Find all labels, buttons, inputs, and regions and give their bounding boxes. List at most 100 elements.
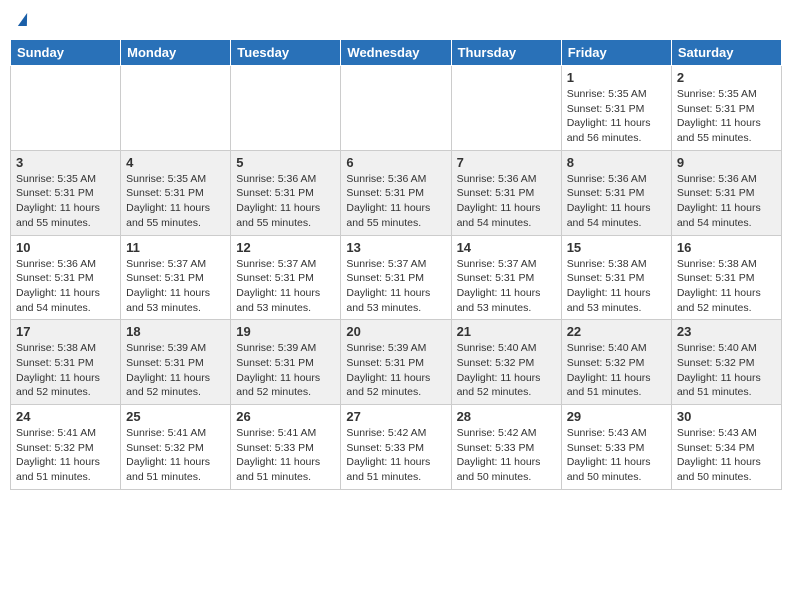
day-number: 10: [16, 240, 115, 255]
cell-sun-info: Sunrise: 5:39 AMSunset: 5:31 PMDaylight:…: [236, 341, 335, 400]
weekday-header-friday: Friday: [561, 40, 671, 66]
calendar-week-row: 1 Sunrise: 5:35 AMSunset: 5:31 PMDaylight…: [11, 66, 782, 151]
day-number: 18: [126, 324, 225, 339]
weekday-header-tuesday: Tuesday: [231, 40, 341, 66]
cell-sun-info: Sunrise: 5:37 AMSunset: 5:31 PMDaylight:…: [457, 257, 556, 316]
cell-sun-info: Sunrise: 5:41 AMSunset: 5:33 PMDaylight:…: [236, 426, 335, 485]
day-number: 6: [346, 155, 445, 170]
cell-sun-info: Sunrise: 5:36 AMSunset: 5:31 PMDaylight:…: [346, 172, 445, 231]
day-number: 9: [677, 155, 776, 170]
calendar-week-row: 17 Sunrise: 5:38 AMSunset: 5:31 PMDayligh…: [11, 320, 782, 405]
day-number: 5: [236, 155, 335, 170]
calendar-cell: 5 Sunrise: 5:36 AMSunset: 5:31 PMDaylight…: [231, 150, 341, 235]
day-number: 7: [457, 155, 556, 170]
weekday-header-row: SundayMondayTuesdayWednesdayThursdayFrid…: [11, 40, 782, 66]
day-number: 26: [236, 409, 335, 424]
calendar-cell: 23 Sunrise: 5:40 AMSunset: 5:32 PMDayligh…: [671, 320, 781, 405]
day-number: 11: [126, 240, 225, 255]
calendar-cell: [341, 66, 451, 151]
day-number: 8: [567, 155, 666, 170]
calendar-cell: 17 Sunrise: 5:38 AMSunset: 5:31 PMDayligh…: [11, 320, 121, 405]
cell-sun-info: Sunrise: 5:35 AMSunset: 5:31 PMDaylight:…: [567, 87, 666, 146]
day-number: 25: [126, 409, 225, 424]
calendar-cell: 18Sunrise: 5:39 AMSunset: 5:31 PMDayligh…: [121, 320, 231, 405]
day-number: 2: [677, 70, 776, 85]
calendar-cell: 30Sunrise: 5:43 AMSunset: 5:34 PMDayligh…: [671, 405, 781, 490]
cell-sun-info: Sunrise: 5:36 AMSunset: 5:31 PMDaylight:…: [236, 172, 335, 231]
calendar-cell: [11, 66, 121, 151]
cell-sun-info: Sunrise: 5:37 AMSunset: 5:31 PMDaylight:…: [236, 257, 335, 316]
calendar-cell: 27Sunrise: 5:42 AMSunset: 5:33 PMDayligh…: [341, 405, 451, 490]
weekday-header-saturday: Saturday: [671, 40, 781, 66]
calendar-cell: 15 Sunrise: 5:38 AMSunset: 5:31 PMDayligh…: [561, 235, 671, 320]
calendar-cell: 25 Sunrise: 5:41 AMSunset: 5:32 PMDayligh…: [121, 405, 231, 490]
cell-sun-info: Sunrise: 5:41 AMSunset: 5:32 PMDaylight:…: [16, 426, 115, 485]
day-number: 17: [16, 324, 115, 339]
calendar-cell: 28 Sunrise: 5:42 AMSunset: 5:33 PMDayligh…: [451, 405, 561, 490]
calendar-cell: 19 Sunrise: 5:39 AMSunset: 5:31 PMDayligh…: [231, 320, 341, 405]
calendar-cell: 3 Sunrise: 5:35 AMSunset: 5:31 PMDaylight…: [11, 150, 121, 235]
day-number: 19: [236, 324, 335, 339]
page-header: [10, 10, 782, 31]
calendar-cell: 14 Sunrise: 5:37 AMSunset: 5:31 PMDayligh…: [451, 235, 561, 320]
calendar-cell: 4 Sunrise: 5:35 AMSunset: 5:31 PMDaylight…: [121, 150, 231, 235]
logo: [18, 14, 29, 27]
day-number: 16: [677, 240, 776, 255]
weekday-header-monday: Monday: [121, 40, 231, 66]
cell-sun-info: Sunrise: 5:40 AMSunset: 5:32 PMDaylight:…: [567, 341, 666, 400]
day-number: 15: [567, 240, 666, 255]
weekday-header-wednesday: Wednesday: [341, 40, 451, 66]
weekday-header-thursday: Thursday: [451, 40, 561, 66]
cell-sun-info: Sunrise: 5:43 AMSunset: 5:33 PMDaylight:…: [567, 426, 666, 485]
calendar-week-row: 10 Sunrise: 5:36 AMSunset: 5:31 PMDayligh…: [11, 235, 782, 320]
calendar-cell: 24 Sunrise: 5:41 AMSunset: 5:32 PMDayligh…: [11, 405, 121, 490]
day-number: 20: [346, 324, 445, 339]
weekday-header-sunday: Sunday: [11, 40, 121, 66]
day-number: 24: [16, 409, 115, 424]
day-number: 4: [126, 155, 225, 170]
cell-sun-info: Sunrise: 5:35 AMSunset: 5:31 PMDaylight:…: [126, 172, 225, 231]
calendar-week-row: 3 Sunrise: 5:35 AMSunset: 5:31 PMDaylight…: [11, 150, 782, 235]
calendar-cell: 12Sunrise: 5:37 AMSunset: 5:31 PMDayligh…: [231, 235, 341, 320]
cell-sun-info: Sunrise: 5:42 AMSunset: 5:33 PMDaylight:…: [346, 426, 445, 485]
cell-sun-info: Sunrise: 5:37 AMSunset: 5:31 PMDaylight:…: [126, 257, 225, 316]
day-number: 3: [16, 155, 115, 170]
calendar-week-row: 24 Sunrise: 5:41 AMSunset: 5:32 PMDayligh…: [11, 405, 782, 490]
day-number: 21: [457, 324, 556, 339]
calendar-cell: 26 Sunrise: 5:41 AMSunset: 5:33 PMDayligh…: [231, 405, 341, 490]
calendar-cell: [451, 66, 561, 151]
cell-sun-info: Sunrise: 5:40 AMSunset: 5:32 PMDaylight:…: [457, 341, 556, 400]
calendar-cell: 29 Sunrise: 5:43 AMSunset: 5:33 PMDayligh…: [561, 405, 671, 490]
day-number: 13: [346, 240, 445, 255]
calendar-header: SundayMondayTuesdayWednesdayThursdayFrid…: [11, 40, 782, 66]
calendar-cell: 20Sunrise: 5:39 AMSunset: 5:31 PMDayligh…: [341, 320, 451, 405]
cell-sun-info: Sunrise: 5:42 AMSunset: 5:33 PMDaylight:…: [457, 426, 556, 485]
calendar-cell: 13 Sunrise: 5:37 AMSunset: 5:31 PMDayligh…: [341, 235, 451, 320]
cell-sun-info: Sunrise: 5:38 AMSunset: 5:31 PMDaylight:…: [16, 341, 115, 400]
calendar-cell: 9Sunrise: 5:36 AMSunset: 5:31 PMDaylight…: [671, 150, 781, 235]
calendar-cell: 11 Sunrise: 5:37 AMSunset: 5:31 PMDayligh…: [121, 235, 231, 320]
calendar-body: 1 Sunrise: 5:35 AMSunset: 5:31 PMDaylight…: [11, 66, 782, 490]
day-number: 14: [457, 240, 556, 255]
cell-sun-info: Sunrise: 5:36 AMSunset: 5:31 PMDaylight:…: [567, 172, 666, 231]
cell-sun-info: Sunrise: 5:38 AMSunset: 5:31 PMDaylight:…: [567, 257, 666, 316]
cell-sun-info: Sunrise: 5:41 AMSunset: 5:32 PMDaylight:…: [126, 426, 225, 485]
cell-sun-info: Sunrise: 5:36 AMSunset: 5:31 PMDaylight:…: [16, 257, 115, 316]
logo-flag-icon: [18, 13, 29, 26]
day-number: 1: [567, 70, 666, 85]
calendar-cell: 6 Sunrise: 5:36 AMSunset: 5:31 PMDaylight…: [341, 150, 451, 235]
cell-sun-info: Sunrise: 5:40 AMSunset: 5:32 PMDaylight:…: [677, 341, 776, 400]
day-number: 28: [457, 409, 556, 424]
cell-sun-info: Sunrise: 5:35 AMSunset: 5:31 PMDaylight:…: [677, 87, 776, 146]
calendar-cell: 8 Sunrise: 5:36 AMSunset: 5:31 PMDaylight…: [561, 150, 671, 235]
cell-sun-info: Sunrise: 5:36 AMSunset: 5:31 PMDaylight:…: [457, 172, 556, 231]
calendar-cell: 7 Sunrise: 5:36 AMSunset: 5:31 PMDaylight…: [451, 150, 561, 235]
day-number: 30: [677, 409, 776, 424]
day-number: 23: [677, 324, 776, 339]
cell-sun-info: Sunrise: 5:35 AMSunset: 5:31 PMDaylight:…: [16, 172, 115, 231]
calendar-cell: 22 Sunrise: 5:40 AMSunset: 5:32 PMDayligh…: [561, 320, 671, 405]
calendar-cell: 21 Sunrise: 5:40 AMSunset: 5:32 PMDayligh…: [451, 320, 561, 405]
day-number: 29: [567, 409, 666, 424]
day-number: 22: [567, 324, 666, 339]
cell-sun-info: Sunrise: 5:37 AMSunset: 5:31 PMDaylight:…: [346, 257, 445, 316]
